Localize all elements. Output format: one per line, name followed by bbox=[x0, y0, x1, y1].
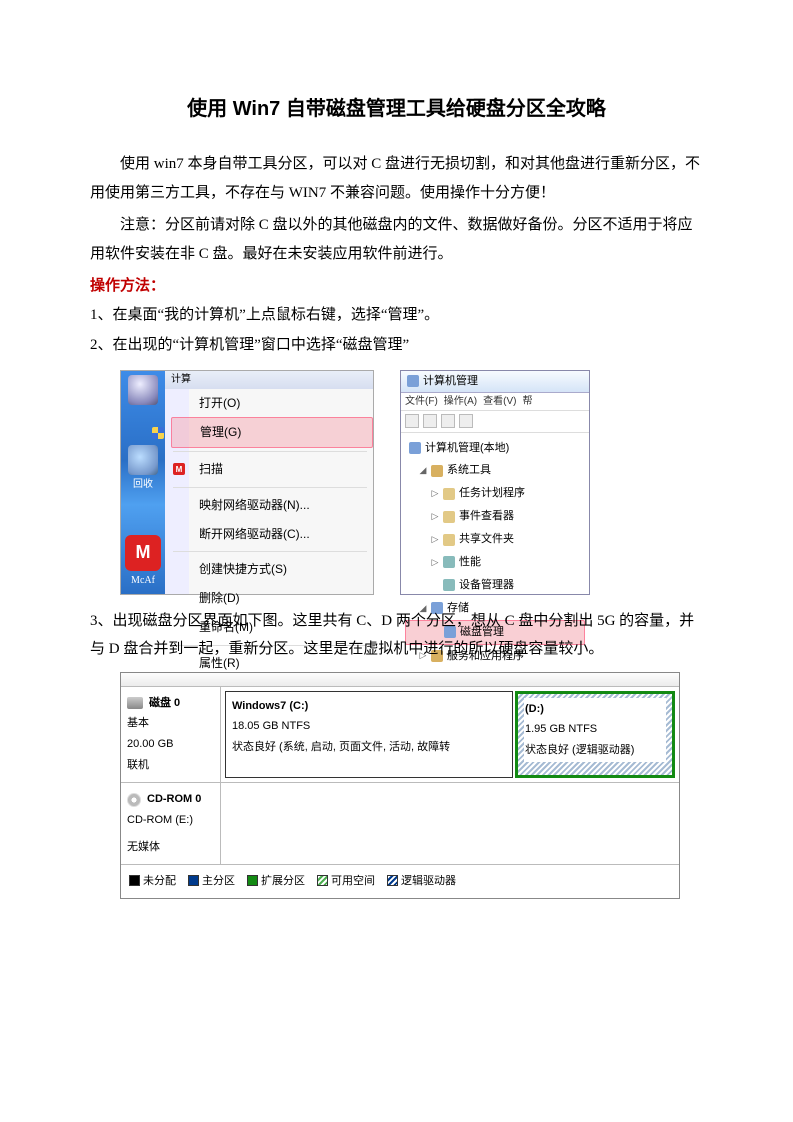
toolbar-help-icon[interactable] bbox=[459, 414, 473, 428]
recycle-bin-label: 回收 bbox=[128, 475, 158, 494]
cdrom-info: CD-ROM 0 CD-ROM (E:) 无媒体 bbox=[121, 783, 221, 864]
mcafee-icon: M bbox=[125, 535, 161, 571]
page-title: 使用 Win7 自带磁盘管理工具给硬盘分区全攻略 bbox=[90, 90, 703, 128]
tree-root[interactable]: 计算机管理(本地) bbox=[405, 437, 585, 460]
disk0-info: 磁盘 0 基本 20.00 GB 联机 bbox=[121, 687, 221, 783]
partition-d[interactable]: (D:) 1.95 GB NTFS 状态良好 (逻辑驱动器) bbox=[515, 691, 675, 779]
tree-device-manager[interactable]: 设备管理器 bbox=[405, 574, 585, 597]
tree-performance[interactable]: ▷性能 bbox=[405, 551, 585, 574]
shield-icon bbox=[152, 427, 164, 439]
mgmt-titlebar: 计算机管理 bbox=[401, 371, 589, 393]
intro-paragraph-2: 注意：分区前请对除 C 盘以外的其他磁盘内的文件、数据做好备份。分区不适用于将应… bbox=[90, 211, 703, 268]
ctx-rename[interactable]: 重命名(M) bbox=[193, 613, 373, 642]
mgmt-title-text: 计算机管理 bbox=[423, 371, 478, 392]
disk-management-screenshot: 磁盘 0 基本 20.00 GB 联机 Windows7 (C:) 18.05 … bbox=[120, 672, 680, 899]
mcafee-label: McAf bbox=[125, 571, 161, 590]
tree-task-scheduler[interactable]: ▷任务计划程序 bbox=[405, 482, 585, 505]
toolbar-forward-icon[interactable] bbox=[423, 414, 437, 428]
mgmt-menubar[interactable]: 文件(F) 操作(A) 查看(V) 帮 bbox=[401, 393, 589, 411]
toolbar-back-icon[interactable] bbox=[405, 414, 419, 428]
intro-paragraph-1: 使用 win7 本身自带工具分区，可以对 C 盘进行无损切割，和对其他盘进行重新… bbox=[90, 150, 703, 207]
mgmt-app-icon bbox=[407, 375, 419, 387]
recycle-bin-icon bbox=[128, 445, 158, 475]
ctx-shortcut[interactable]: 创建快捷方式(S) bbox=[193, 555, 373, 584]
tree-system-tools[interactable]: ◢系统工具 bbox=[405, 459, 585, 482]
hdd-icon bbox=[127, 697, 143, 709]
ctx-map-network[interactable]: 映射网络驱动器(N)... bbox=[193, 491, 373, 520]
step-3: 3、出现磁盘分区界面如下图。这里共有 C、D 两个分区，想从 C 盘中分割出 5… bbox=[90, 607, 703, 664]
ctx-properties[interactable]: 属性(R) bbox=[193, 649, 373, 678]
ctx-open[interactable]: 打开(O) bbox=[193, 389, 373, 418]
tree-shared-folders[interactable]: ▷共享文件夹 bbox=[405, 528, 585, 551]
ctx-disconnect-network[interactable]: 断开网络驱动器(C)... bbox=[193, 520, 373, 549]
cdrom-icon bbox=[127, 793, 141, 807]
ctx-manage[interactable]: 管理(G) bbox=[171, 417, 373, 448]
method-label: 操作方法： bbox=[90, 272, 703, 301]
mcafee-scan-icon: M bbox=[173, 463, 185, 475]
tree-event-viewer[interactable]: ▷事件查看器 bbox=[405, 505, 585, 528]
ctx-scan[interactable]: M扫描 bbox=[193, 455, 373, 484]
ctx-header-label: 计算 bbox=[171, 370, 191, 389]
computer-icon bbox=[128, 375, 158, 405]
mgmt-toolbar[interactable] bbox=[401, 411, 589, 433]
step-1: 1、在桌面“我的计算机”上点鼠标右键，选择“管理”。 bbox=[90, 301, 703, 330]
partition-c[interactable]: Windows7 (C:) 18.05 GB NTFS 状态良好 (系统, 启动… bbox=[225, 691, 513, 779]
toolbar-refresh-icon[interactable] bbox=[441, 414, 455, 428]
ctx-delete[interactable]: 删除(D) bbox=[193, 584, 373, 613]
partition-legend: 未分配 主分区 扩展分区 可用空间 逻辑驱动器 bbox=[121, 865, 679, 898]
context-menu-screenshot: 回收 M McAf 计算 打开(O) 管理(G) M扫描 映射网络驱动器(N).… bbox=[120, 370, 374, 595]
step-2: 2、在出现的“计算机管理”窗口中选择“磁盘管理” bbox=[90, 331, 703, 360]
computer-management-screenshot: 计算机管理 文件(F) 操作(A) 查看(V) 帮 计算机管理(本地) ◢系统工… bbox=[400, 370, 590, 595]
